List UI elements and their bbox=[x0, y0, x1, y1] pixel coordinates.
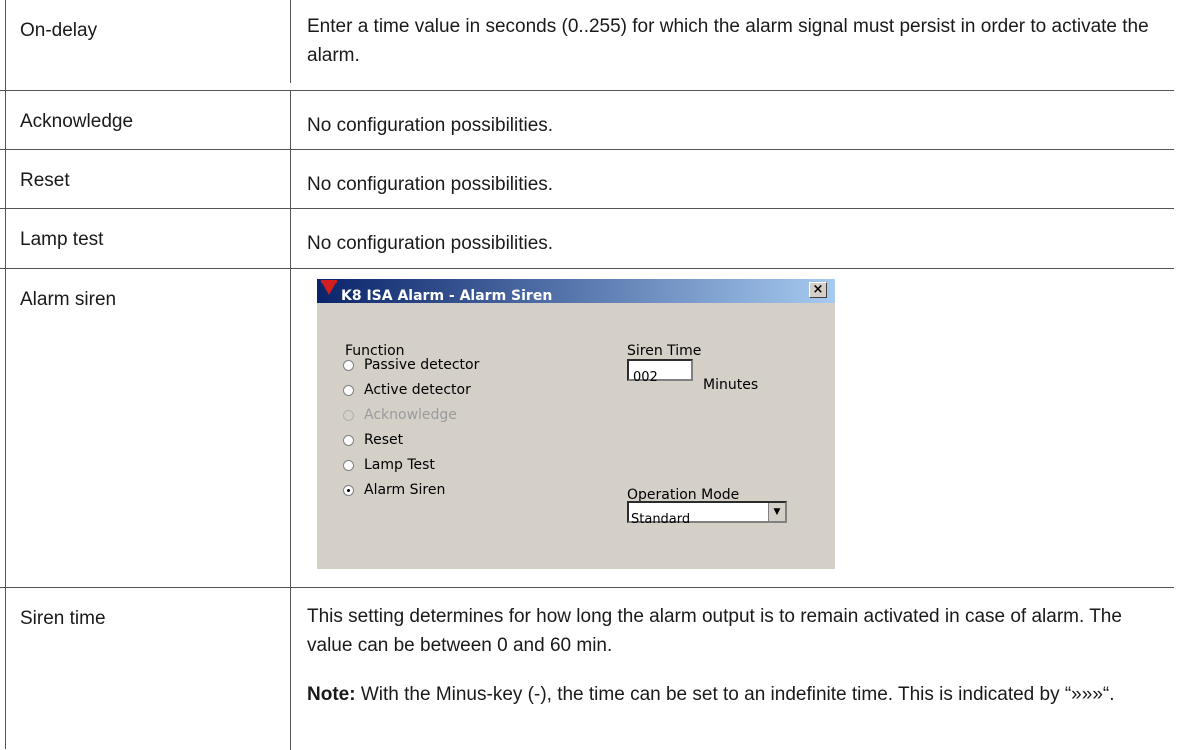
table-row: Reset No configuration possibilities. bbox=[0, 149, 1174, 209]
row-label: Reset bbox=[20, 170, 70, 191]
table-row: Siren time This setting determines for h… bbox=[0, 587, 1174, 750]
row-label: Siren time bbox=[20, 608, 106, 629]
row-label: Acknowledge bbox=[20, 111, 134, 132]
logo-triangle-icon bbox=[321, 281, 337, 295]
row-label: On-delay bbox=[20, 20, 98, 41]
radio-icon bbox=[343, 434, 354, 446]
table-row: Alarm siren K8 ISA Alarm - Alarm Siren ×… bbox=[0, 268, 1174, 588]
radio-reset[interactable]: Reset bbox=[343, 430, 403, 450]
radio-label: Alarm Siren bbox=[364, 481, 446, 498]
radio-icon bbox=[343, 409, 354, 421]
radio-icon bbox=[343, 384, 354, 396]
row-screenshot-cell: K8 ISA Alarm - Alarm Siren × Function Pa… bbox=[290, 269, 1174, 588]
close-button[interactable]: × bbox=[809, 282, 827, 298]
note-paragraph: Note: With the Minus-key (-), the time c… bbox=[307, 680, 1158, 709]
row-label: Lamp test bbox=[20, 229, 104, 250]
row-description: No configuration possibilities. bbox=[290, 209, 1174, 269]
radio-icon bbox=[343, 359, 354, 371]
row-label: Alarm siren bbox=[20, 289, 117, 310]
note-label: Note: bbox=[307, 684, 356, 705]
radio-lamp-test[interactable]: Lamp Test bbox=[343, 455, 435, 475]
radio-active-detector[interactable]: Active detector bbox=[343, 380, 471, 400]
alarm-siren-dialog: K8 ISA Alarm - Alarm Siren × Function Pa… bbox=[317, 279, 835, 569]
radio-alarm-siren[interactable]: Alarm Siren bbox=[343, 480, 445, 500]
radio-acknowledge: Acknowledge bbox=[343, 405, 457, 425]
table-row: Acknowledge No configuration possibiliti… bbox=[0, 90, 1174, 150]
radio-icon bbox=[343, 459, 354, 471]
dialog-title: K8 ISA Alarm - Alarm Siren bbox=[341, 288, 553, 304]
radio-selected-icon bbox=[343, 484, 354, 496]
table-row: On-delay Enter a time value in seconds (… bbox=[0, 0, 1174, 83]
row-description: Enter a time value in seconds (0..255) f… bbox=[290, 0, 1174, 83]
note-text: With the Minus-key (-), the time can be … bbox=[360, 684, 1115, 705]
chevron-down-icon[interactable]: ▼ bbox=[768, 503, 785, 521]
row-description: No configuration possibilities. bbox=[290, 150, 1174, 209]
table-row: Lamp test No configuration possibilities… bbox=[0, 208, 1174, 269]
siren-time-description: This setting determines for how long the… bbox=[307, 606, 1122, 656]
row-description: This setting determines for how long the… bbox=[290, 588, 1174, 750]
row-description: No configuration possibilities. bbox=[290, 91, 1174, 150]
siren-time-unit: Minutes bbox=[703, 377, 759, 393]
operation-mode-select[interactable]: Standard ▼ bbox=[627, 501, 787, 527]
siren-time-input[interactable]: 002 bbox=[627, 359, 693, 385]
radio-passive-detector[interactable]: Passive detector bbox=[343, 355, 479, 375]
operation-mode-value: Standard bbox=[631, 512, 691, 527]
